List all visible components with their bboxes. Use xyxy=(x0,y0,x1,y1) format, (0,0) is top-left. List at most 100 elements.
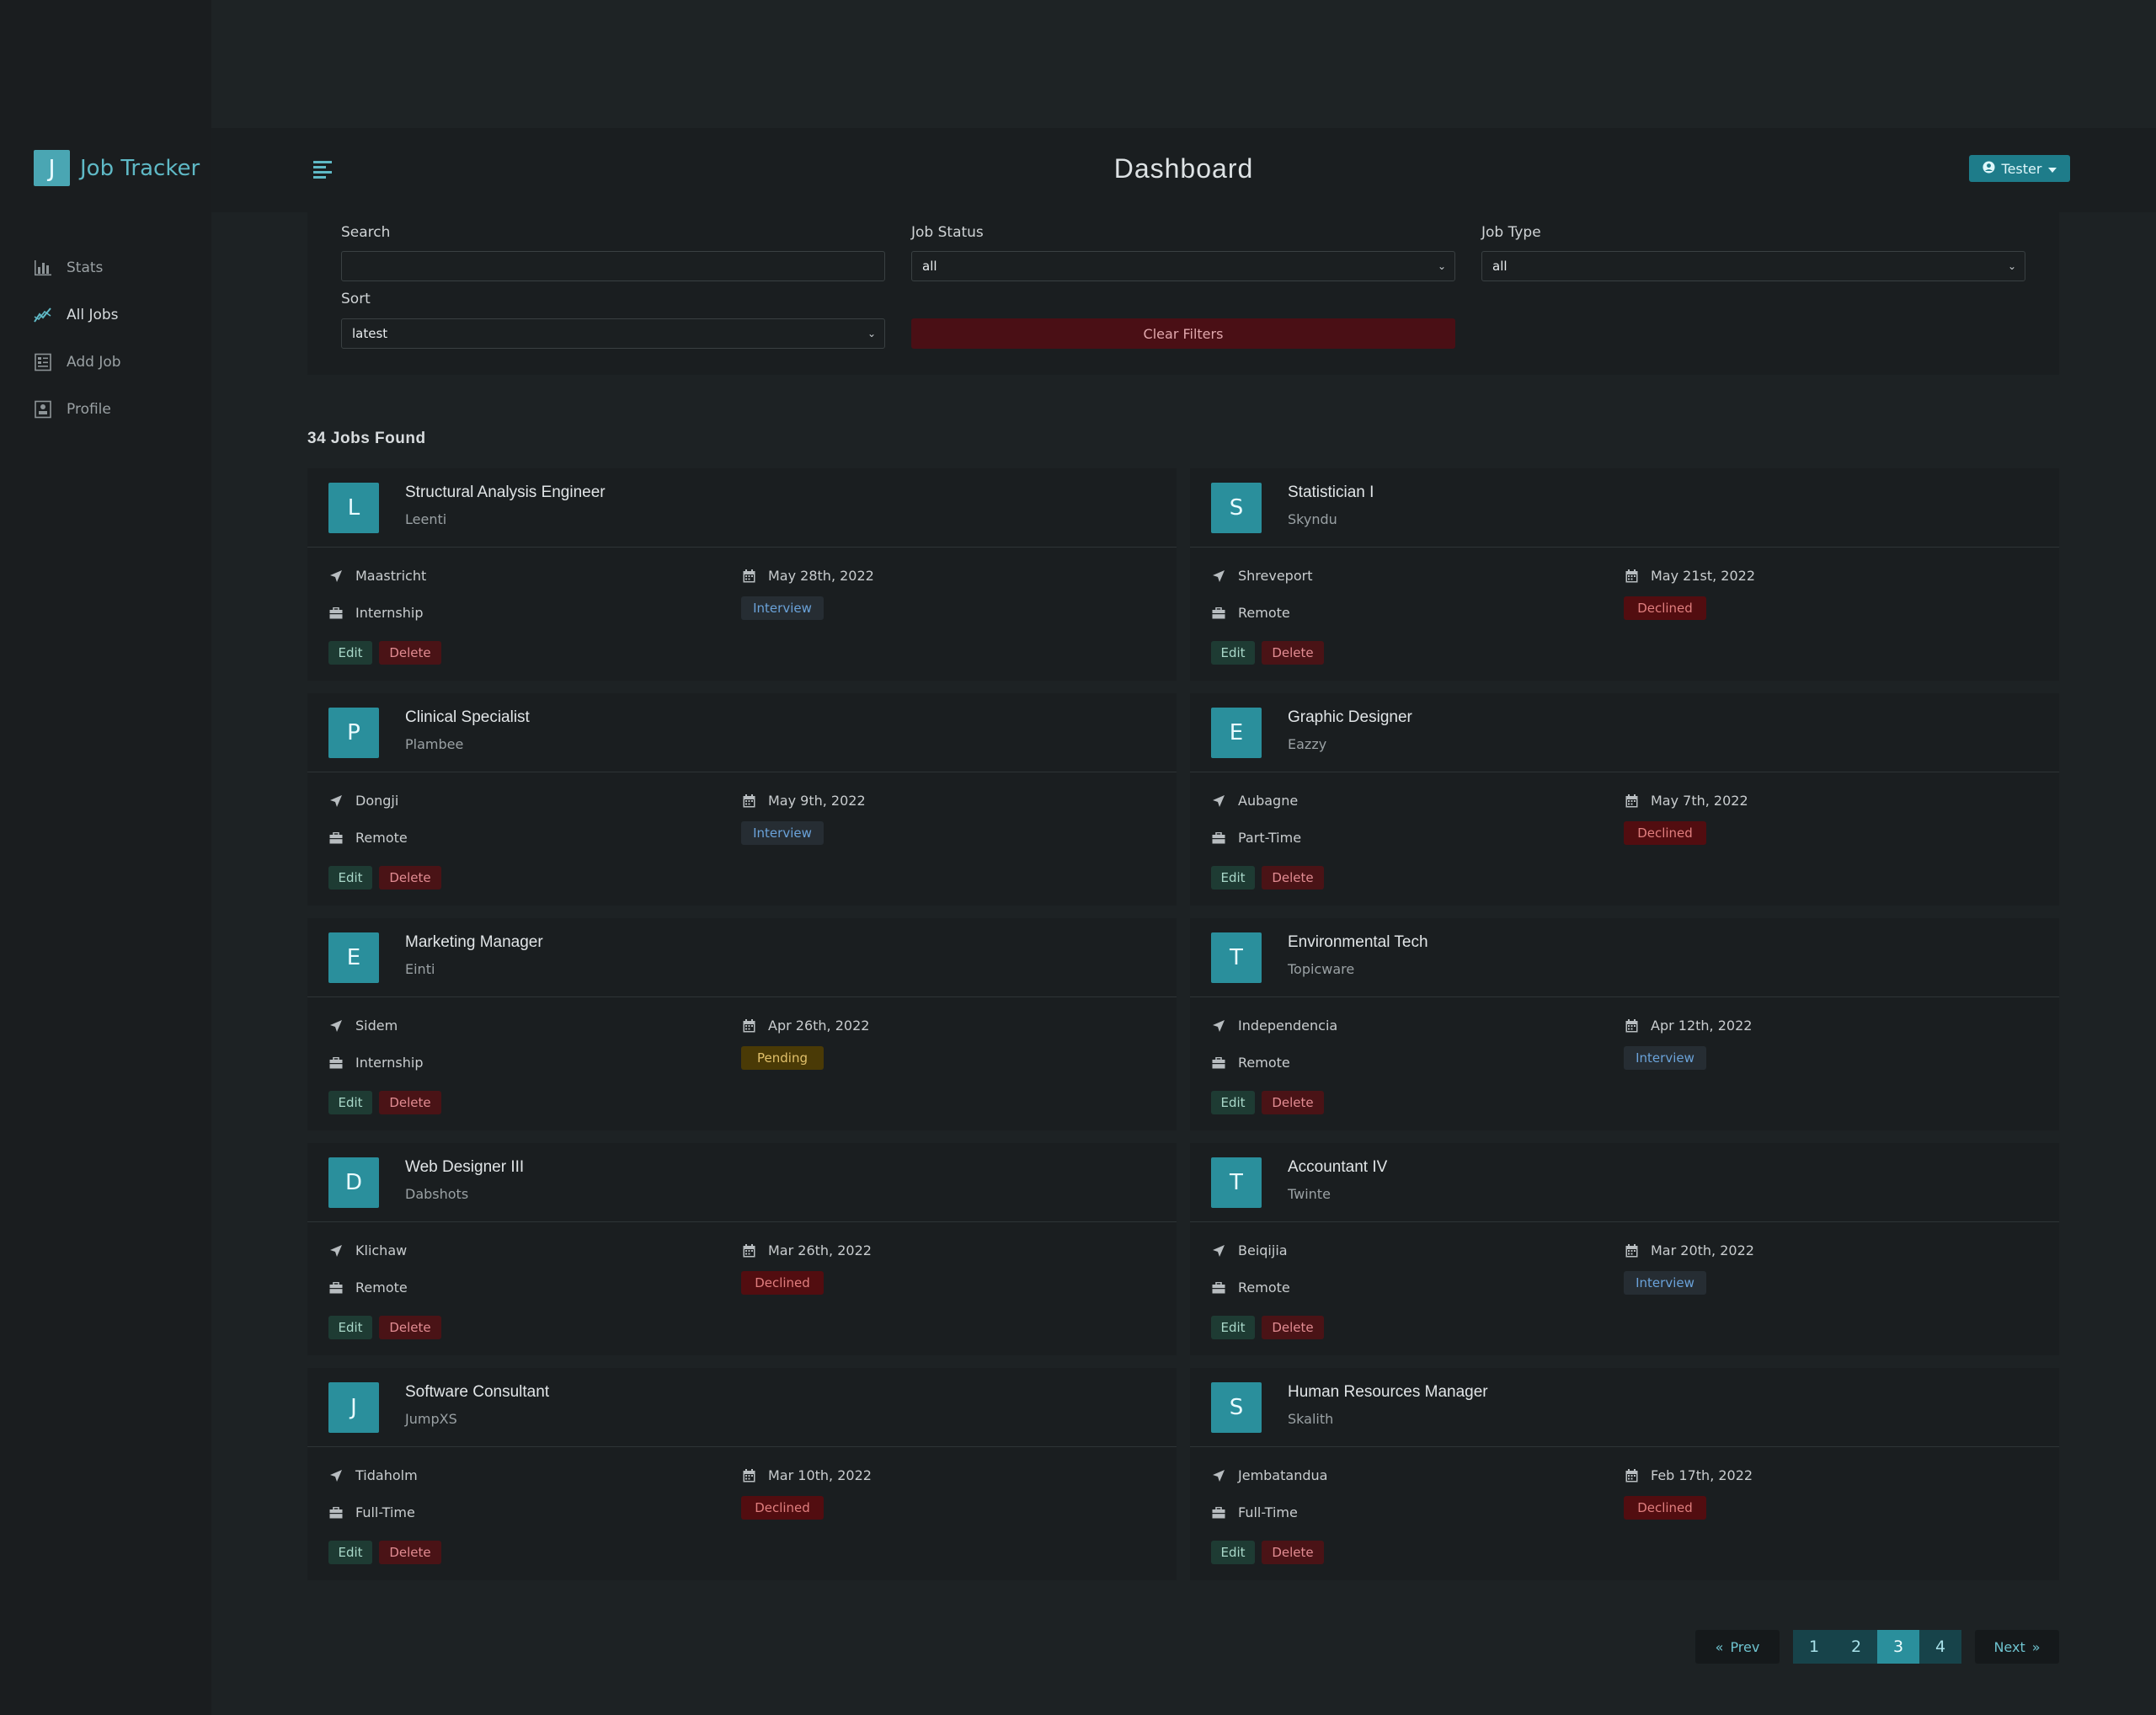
calendar-icon xyxy=(741,1468,756,1483)
double-chevron-left-icon: « xyxy=(1715,1638,1724,1655)
logo[interactable]: J Job Tracker xyxy=(34,150,200,186)
job-type-text: Remote xyxy=(1238,1055,1290,1071)
date-text: May 21st, 2022 xyxy=(1651,568,1756,584)
delete-button[interactable]: Delete xyxy=(379,866,441,890)
location-text: Tidaholm xyxy=(355,1467,418,1483)
user-menu-button[interactable]: Tester xyxy=(1969,155,2070,182)
job-date: Feb 17th, 2022 xyxy=(1624,1467,1753,1483)
sidebar-item-add-job[interactable]: Add Job xyxy=(34,339,121,386)
edit-button[interactable]: Edit xyxy=(328,866,372,890)
calendar-icon xyxy=(1624,569,1639,584)
delete-button[interactable]: Delete xyxy=(1262,641,1324,665)
job-location: Tidaholm xyxy=(328,1467,418,1483)
page-button-3[interactable]: 3 xyxy=(1877,1630,1919,1664)
sidebar-item-all-jobs[interactable]: All Jobs xyxy=(34,291,121,339)
briefcase-icon xyxy=(328,1505,344,1520)
status-badge: Declined xyxy=(741,1496,824,1520)
delete-button[interactable]: Delete xyxy=(1262,1091,1324,1114)
job-date: Mar 26th, 2022 xyxy=(741,1242,872,1258)
location-arrow-icon xyxy=(328,1468,344,1483)
location-text: Beiqijia xyxy=(1238,1242,1288,1258)
job-title: Accountant IV xyxy=(1288,1158,1388,1176)
job-title: Graphic Designer xyxy=(1288,708,1412,726)
search-input[interactable] xyxy=(341,251,885,281)
company-name: Skyndu xyxy=(1288,511,1337,527)
company-avatar: E xyxy=(1211,708,1262,758)
chevron-down-icon: ⌄ xyxy=(867,328,876,339)
job-type: Full-Time xyxy=(1211,1504,1298,1520)
delete-button[interactable]: Delete xyxy=(379,1316,441,1339)
prev-label: Prev xyxy=(1730,1638,1760,1655)
sort-select[interactable]: latest ⌄ xyxy=(341,318,885,349)
delete-button[interactable]: Delete xyxy=(1262,1541,1324,1564)
delete-button[interactable]: Delete xyxy=(379,1541,441,1564)
status-badge: Pending xyxy=(741,1046,824,1070)
job-status-value: all xyxy=(922,259,937,274)
job-type-select[interactable]: all ⌄ xyxy=(1481,251,2025,281)
sidebar-item-stats[interactable]: Stats xyxy=(34,244,121,291)
page-button-2[interactable]: 2 xyxy=(1835,1630,1877,1664)
sidebar-item-profile[interactable]: Profile xyxy=(34,386,121,433)
edit-button[interactable]: Edit xyxy=(1211,866,1255,890)
briefcase-icon xyxy=(328,831,344,846)
delete-button[interactable]: Delete xyxy=(1262,866,1324,890)
job-type: Remote xyxy=(1211,1280,1290,1296)
job-card-header: T Environmental Tech Topicware xyxy=(1190,918,2059,997)
status-badge: Interview xyxy=(741,821,824,845)
delete-button[interactable]: Delete xyxy=(1262,1316,1324,1339)
prev-page-button[interactable]: « Prev xyxy=(1695,1630,1780,1664)
edit-button[interactable]: Edit xyxy=(328,1091,372,1114)
edit-button[interactable]: Edit xyxy=(1211,1541,1255,1564)
job-type: Full-Time xyxy=(328,1504,415,1520)
page-title: Dashboard xyxy=(1113,153,1254,184)
job-title: Web Designer III xyxy=(405,1158,525,1176)
location-text: Maastricht xyxy=(355,568,427,584)
job-card-header: E Graphic Designer Eazzy xyxy=(1190,693,2059,772)
edit-button[interactable]: Edit xyxy=(328,1541,372,1564)
job-status-select[interactable]: all ⌄ xyxy=(911,251,1455,281)
company-name: Leenti xyxy=(405,511,447,527)
job-card: E Graphic Designer Eazzy Aubagne May 7th… xyxy=(1190,693,2059,906)
app-name: Job Tracker xyxy=(80,155,200,181)
job-type-text: Remote xyxy=(355,830,408,846)
calendar-icon xyxy=(741,793,756,809)
edit-button[interactable]: Edit xyxy=(328,1316,372,1339)
location-arrow-icon xyxy=(328,1018,344,1034)
delete-button[interactable]: Delete xyxy=(379,641,441,665)
company-avatar: L xyxy=(328,483,379,533)
edit-button[interactable]: Edit xyxy=(1211,1091,1255,1114)
page-button-1[interactable]: 1 xyxy=(1793,1630,1835,1664)
date-text: May 7th, 2022 xyxy=(1651,793,1748,809)
company-name: Eazzy xyxy=(1288,736,1327,752)
location-text: Independencia xyxy=(1238,1018,1338,1034)
job-card-header: J Software Consultant JumpXS xyxy=(307,1368,1177,1447)
edit-button[interactable]: Edit xyxy=(1211,641,1255,665)
job-type: Remote xyxy=(328,1280,408,1296)
calendar-icon xyxy=(741,569,756,584)
location-arrow-icon xyxy=(328,1243,344,1258)
job-date: May 21st, 2022 xyxy=(1624,568,1755,584)
job-location: Jembatandua xyxy=(1211,1467,1327,1483)
location-text: Aubagne xyxy=(1238,793,1299,809)
sidebar-item-label: Add Job xyxy=(67,354,121,371)
job-type: Internship xyxy=(328,1055,424,1071)
briefcase-icon xyxy=(1211,606,1226,621)
job-location: Maastricht xyxy=(328,568,426,584)
job-type-text: Remote xyxy=(1238,605,1290,621)
job-type-text: Remote xyxy=(355,1280,408,1296)
delete-button[interactable]: Delete xyxy=(379,1091,441,1114)
job-type-text: Internship xyxy=(355,605,424,621)
job-card: D Web Designer III Dabshots Klichaw Mar … xyxy=(307,1143,1177,1355)
date-text: May 9th, 2022 xyxy=(768,793,866,809)
job-card: L Structural Analysis Engineer Leenti Ma… xyxy=(307,468,1177,681)
job-location: Shreveport xyxy=(1211,568,1312,584)
location-arrow-icon xyxy=(328,793,344,809)
page-numbers: 1 2 3 4 xyxy=(1793,1630,1961,1664)
edit-button[interactable]: Edit xyxy=(1211,1316,1255,1339)
clear-filters-button[interactable]: Clear Filters xyxy=(911,318,1455,349)
next-page-button[interactable]: Next » xyxy=(1975,1630,2059,1664)
page-button-4[interactable]: 4 xyxy=(1919,1630,1961,1664)
edit-button[interactable]: Edit xyxy=(328,641,372,665)
job-card-header: T Accountant IV Twinte xyxy=(1190,1143,2059,1222)
job-card: S Statistician I Skyndu Shreveport May 2… xyxy=(1190,468,2059,681)
